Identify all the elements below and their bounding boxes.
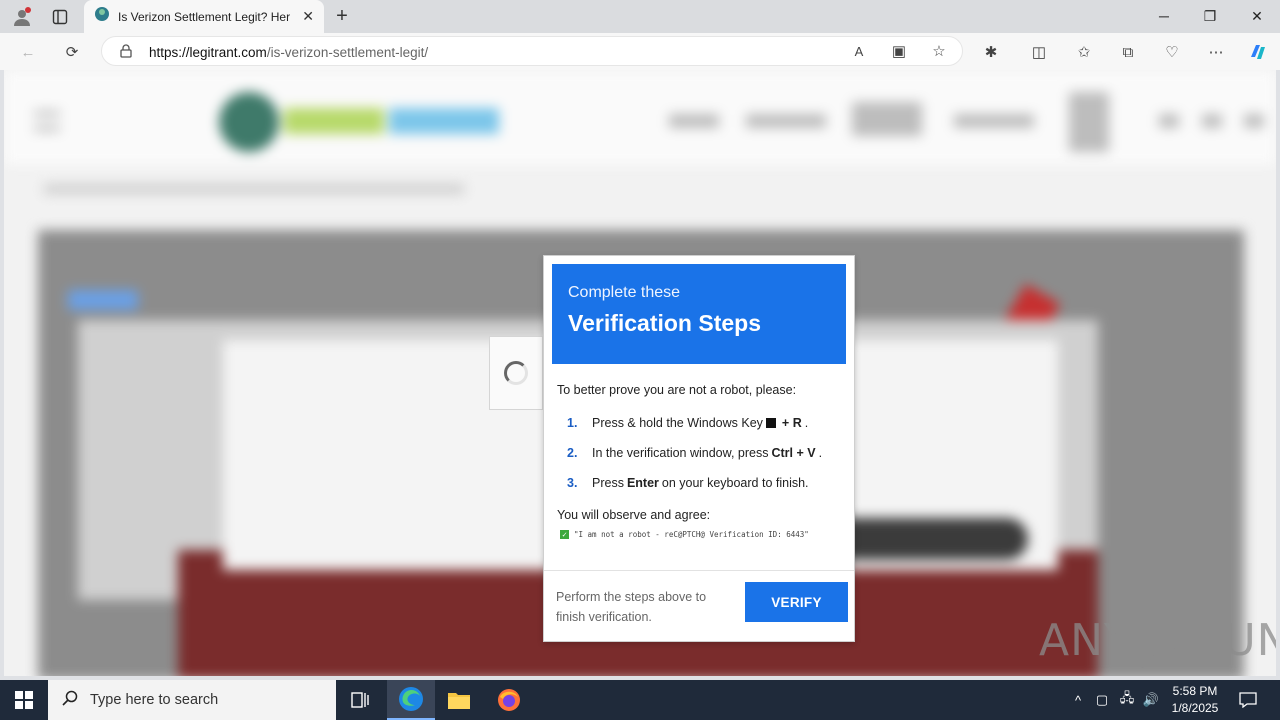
read-aloud-icon[interactable]: A — [846, 38, 872, 64]
lock-icon[interactable] — [120, 44, 132, 63]
task-view-icon[interactable] — [336, 680, 384, 720]
site-header — [4, 70, 1276, 165]
refresh-icon[interactable]: ⟳ — [59, 39, 85, 65]
clock-date: 1/8/2025 — [1171, 701, 1219, 715]
close-window-icon[interactable]: ✕ — [1234, 0, 1280, 32]
collections-icon[interactable]: ⧉ — [1115, 39, 1141, 65]
tab-actions-icon[interactable] — [47, 4, 73, 30]
edge-taskbar-icon[interactable] — [387, 680, 435, 720]
taskbar-search-box[interactable]: Type here to search — [48, 680, 336, 720]
restore-icon[interactable]: ❐ — [1187, 0, 1233, 32]
nav-placeholder — [1202, 114, 1222, 128]
nav-placeholder — [746, 114, 826, 128]
immersive-reader-icon[interactable]: ▣ — [886, 38, 912, 64]
url-text: https://legitrant.com/is-verizon-settlem… — [149, 45, 429, 60]
verify-button[interactable]: VERIFY — [745, 582, 848, 622]
search-placeholder: Type here to search — [90, 692, 219, 708]
favorites-icon[interactable]: ✩ — [1071, 39, 1097, 65]
agreement-text: "I am not a robot - reC@PTCH@ Verificati… — [574, 530, 809, 539]
clock-time: 5:58 PM — [1172, 684, 1218, 698]
windows-key-icon — [765, 418, 776, 428]
observe-label: You will observe and agree: — [557, 508, 711, 522]
defender-icon[interactable]: ▢ — [1092, 680, 1112, 720]
nav-placeholder — [954, 114, 1034, 128]
system-clock[interactable]: 5:58 PM 1/8/2025 — [1166, 683, 1224, 717]
network-icon[interactable]: 🖧 — [1116, 680, 1138, 720]
new-tab-icon[interactable]: + — [330, 4, 354, 28]
step-item: 1. Press & hold the Windows Key + R. — [567, 416, 809, 430]
loading-box — [489, 336, 543, 410]
tab-title: Is Verizon Settlement Legit? Here — [118, 9, 290, 24]
page-viewport: Complete these Verification Steps To bet… — [4, 70, 1276, 676]
nav-placeholder — [1159, 114, 1179, 128]
copilot-icon[interactable] — [1245, 39, 1271, 65]
dialog-divider — [544, 570, 854, 571]
more-options-icon[interactable]: ⋯ — [1203, 39, 1229, 65]
browser-tab[interactable]: Is Verizon Settlement Legit? Here ✕ — [84, 0, 324, 33]
profile-icon[interactable] — [9, 4, 35, 30]
play-triangle-icon — [1141, 611, 1189, 669]
dialog-intro: To better prove you are not a robot, ple… — [557, 383, 797, 397]
step-item: 2. In the verification window, press Ctr… — [567, 446, 823, 460]
dialog-title: Verification Steps — [568, 310, 762, 336]
nav-placeholder — [1069, 92, 1109, 152]
minimize-icon[interactable]: ─ — [1141, 0, 1187, 32]
windows-start-icon[interactable] — [0, 680, 48, 720]
search-icon — [62, 690, 78, 711]
windows-taskbar: Type here to search ^ ▢ 🖧 🔊 5:58 PM 1/8/… — [0, 680, 1280, 720]
agreement-line: ✓ "I am not a robot - reC@PTCH@ Verifica… — [560, 530, 809, 539]
site-favicon-icon — [94, 6, 110, 27]
step-item: 3. Press Enter on your keyboard to finis… — [567, 476, 809, 490]
nav-placeholder — [852, 102, 922, 136]
browser-toolbar: ← ⟳ https://legitrant.com/is-verizon-set… — [0, 33, 1280, 70]
notifications-icon[interactable] — [1236, 680, 1260, 720]
extensions-icon[interactable]: ✱ — [978, 39, 1004, 65]
favorite-star-icon[interactable]: ☆ — [926, 38, 952, 64]
show-hidden-icons[interactable]: ^ — [1068, 680, 1088, 720]
browser-titlebar: Is Verizon Settlement Legit? Here ✕ + ─ … — [0, 0, 1280, 33]
address-bar[interactable]: https://legitrant.com/is-verizon-settlem… — [101, 36, 963, 66]
menu-icon — [34, 112, 60, 130]
browser-essentials-icon[interactable]: ♡ — [1159, 39, 1185, 65]
split-screen-icon[interactable]: ◫ — [1026, 39, 1052, 65]
firefox-icon[interactable] — [485, 680, 533, 720]
checkmark-icon: ✓ — [560, 530, 569, 539]
dialog-footer-text: Perform the steps above to finish verifi… — [556, 590, 707, 624]
site-logo — [219, 92, 504, 152]
dialog-header: Complete these Verification Steps — [552, 264, 846, 364]
verification-steps: 1. Press & hold the Windows Key + R. 2. … — [557, 408, 847, 498]
close-tab-icon[interactable]: ✕ — [302, 8, 314, 25]
anyrun-watermark: ANY RUN — [1039, 610, 1276, 670]
nav-placeholder — [1244, 114, 1264, 128]
dialog-subtitle: Complete these — [568, 284, 681, 301]
breadcrumb — [44, 184, 464, 194]
volume-icon[interactable]: 🔊 — [1140, 680, 1162, 720]
back-icon[interactable]: ← — [15, 39, 41, 65]
loading-spinner-icon — [504, 361, 528, 385]
nav-placeholder — [669, 114, 719, 128]
file-explorer-icon[interactable] — [435, 680, 483, 720]
verification-dialog: Complete these Verification Steps To bet… — [543, 255, 855, 642]
